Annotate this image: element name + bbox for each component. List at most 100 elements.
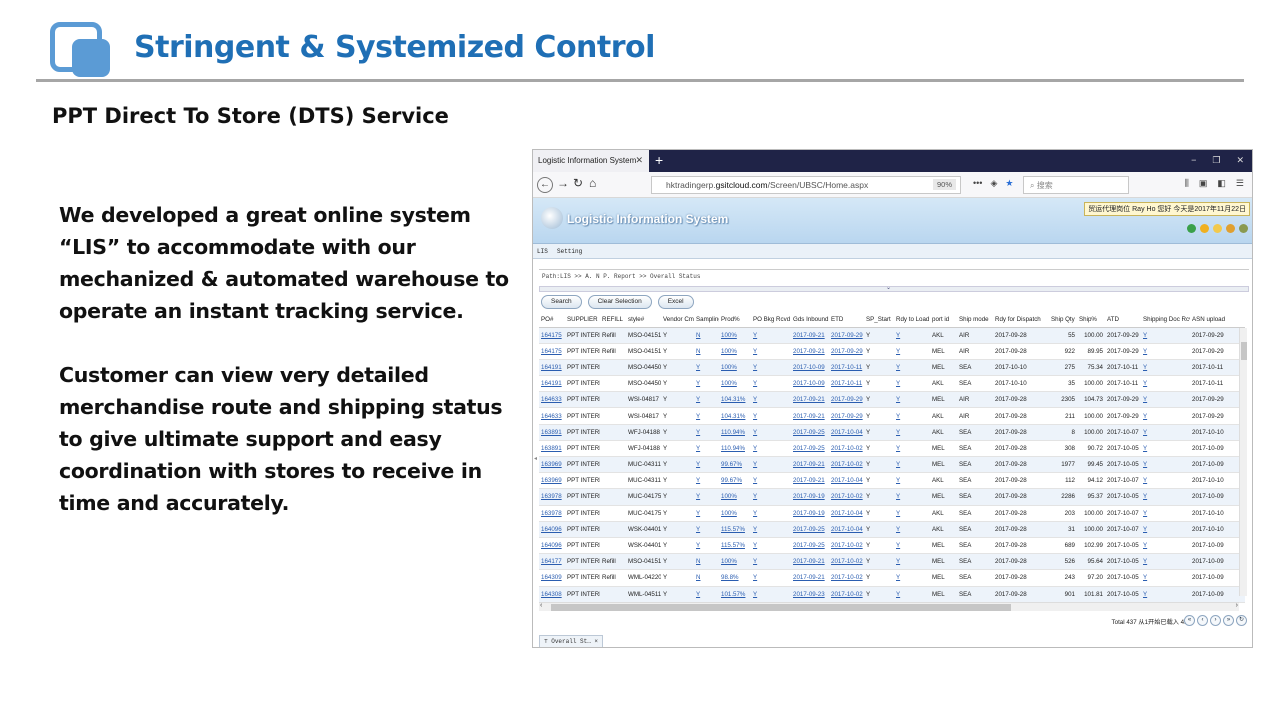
minimize-icon[interactable]: − [1191,155,1196,166]
table-cell-link[interactable]: 100% [719,375,751,393]
table-cell-link[interactable]: Y [694,472,719,490]
bottom-tab-overall-status[interactable]: ⊤ Overall St… × [539,635,604,647]
table-cell-link[interactable]: Y [1141,488,1190,506]
table-cell-link[interactable]: Y [1141,440,1190,458]
vertical-scrollbar[interactable] [1239,328,1247,596]
table-cell-link[interactable]: 2017-09-29 [829,343,864,360]
table-row[interactable]: 164177PPT INTERNRefillMSO-04151YN100%Y20… [539,553,1245,571]
library-icon[interactable]: ⫼ [1185,178,1189,189]
table-cell-link[interactable]: Y [894,569,930,587]
table-cell-link[interactable]: Y [751,375,791,393]
table-cell-link[interactable]: Y [1141,537,1190,555]
table-cell-link[interactable]: 2017-10-04 [829,505,864,522]
table-cell-link[interactable]: 2017-09-29 [829,391,864,409]
table-row[interactable]: 164309PPT INTERNRefillWML-04220YN98.8%Y2… [539,569,1245,587]
table-cell-link[interactable]: 100% [719,505,751,522]
table-cell-link[interactable]: Y [1141,553,1190,571]
table-cell-link[interactable]: Y [694,391,719,409]
table-row[interactable]: 164633PPT INTERNWSI-04817YY104.31%Y2017-… [539,391,1245,409]
tab-close-icon[interactable]: ✕ [635,155,643,166]
close-window-icon[interactable]: ✕ [1236,155,1244,166]
table-cell-link[interactable]: Y [694,424,719,441]
column-header[interactable]: ATD [1105,313,1141,328]
column-header[interactable]: Ship Qty [1049,313,1077,328]
column-header[interactable]: Sampling [694,313,719,328]
table-cell-link[interactable]: 164177 [539,553,565,571]
table-cell-link[interactable]: Y [694,521,719,538]
table-cell-link[interactable]: Y [694,537,719,555]
table-cell-link[interactable]: 164633 [539,391,565,409]
table-cell-link[interactable]: 164175 [539,343,565,360]
table-cell-link[interactable]: 101.57% [719,586,751,603]
table-row[interactable]: 164096PPT INTERNWSK-04401YY115.57%Y2017-… [539,537,1245,555]
horizontal-scrollbar[interactable]: ‹ › [539,602,1239,611]
table-cell-link[interactable]: Y [751,505,791,522]
table-cell-link[interactable]: Y [1141,521,1190,538]
refresh-icon[interactable] [1187,224,1196,233]
table-cell-link[interactable]: 100% [719,488,751,506]
back-icon[interactable]: ← [537,177,553,193]
table-cell-link[interactable]: Y [751,456,791,474]
table-cell-link[interactable]: Y [1141,391,1190,409]
table-row[interactable]: 163969PPT INTERNMUC-04311YY99.67%Y2017-0… [539,456,1245,474]
scroll-left-icon[interactable]: ‹ [540,602,542,609]
table-cell-link[interactable]: Y [894,488,930,506]
table-cell-link[interactable]: Y [751,472,791,490]
pocket-icon[interactable]: ◈ [990,178,997,189]
table-row[interactable]: 163969PPT INTERNMUC-04311YY99.67%Y2017-0… [539,472,1245,490]
table-cell-link[interactable]: 104.31% [719,391,751,409]
table-cell-link[interactable]: 163978 [539,505,565,522]
table-cell-link[interactable]: Y [694,375,719,393]
table-cell-link[interactable]: 2017-10-02 [829,440,864,458]
excel-export-button[interactable]: Excel [657,295,694,309]
column-header[interactable]: PO# [539,313,565,328]
table-cell-link[interactable]: Y [894,327,930,344]
column-header[interactable]: Vendor Cmf [661,313,694,328]
browser-search-input[interactable]: ⌕ 搜索 [1023,176,1129,194]
table-cell-link[interactable]: 164309 [539,569,565,587]
table-cell-link[interactable]: 2017-10-09 [791,359,829,377]
table-cell-link[interactable]: 164633 [539,407,565,425]
table-cell-link[interactable]: 2017-10-11 [829,375,864,393]
table-cell-link[interactable]: 100% [719,343,751,360]
table-cell-link[interactable]: Y [751,407,791,425]
table-cell-link[interactable]: Y [894,407,930,425]
home-icon[interactable]: ⌂ [589,176,596,190]
table-cell-link[interactable]: 163978 [539,488,565,506]
user-face-icon[interactable] [1213,224,1222,233]
table-cell-link[interactable]: 100% [719,359,751,377]
table-cell-link[interactable]: Y [894,440,930,458]
sidebar-icon[interactable]: ▣ [1199,178,1208,189]
table-cell-link[interactable]: 2017-09-29 [829,327,864,344]
table-cell-link[interactable]: 99.67% [719,472,751,490]
more-icon[interactable]: ••• [973,178,982,189]
prev-page-icon[interactable]: ‹ [1197,615,1208,626]
table-cell-link[interactable]: 2017-09-21 [791,327,829,344]
table-cell-link[interactable]: 164096 [539,537,565,555]
column-header[interactable]: SUPPLIER [565,313,600,328]
table-cell-link[interactable]: 2017-09-25 [791,424,829,441]
table-row[interactable]: 164191PPT INTERNMSO-04450YY100%Y2017-10-… [539,359,1245,377]
screenshot-icon[interactable]: ◧ [1217,178,1226,189]
table-cell-link[interactable]: Y [894,375,930,393]
table-cell-link[interactable]: Y [694,505,719,522]
table-cell-link[interactable]: 115.57% [719,537,751,555]
first-page-icon[interactable]: « [1184,615,1195,626]
power-icon[interactable] [1200,224,1209,233]
table-cell-link[interactable]: 2017-10-09 [791,375,829,393]
table-cell-link[interactable]: Y [894,505,930,522]
lock-icon[interactable] [1226,224,1235,233]
table-cell-link[interactable]: 2017-09-19 [791,505,829,522]
menu-icon[interactable]: ☰ [1236,178,1244,189]
table-cell-link[interactable]: 100% [719,553,751,571]
table-cell-link[interactable]: 2017-09-21 [791,553,829,571]
column-header[interactable]: Gds Inbound [791,313,829,328]
table-cell-link[interactable]: 164191 [539,375,565,393]
table-cell-link[interactable]: 2017-10-02 [829,553,864,571]
table-cell-link[interactable]: 164191 [539,359,565,377]
table-row[interactable]: 164191PPT INTERNMSO-04450YY100%Y2017-10-… [539,375,1245,393]
column-header[interactable]: ASN upload [1190,313,1245,328]
table-row[interactable]: 163891PPT INTERNWFJ-04188YY110.94%Y2017-… [539,424,1245,441]
table-cell-link[interactable]: 110.94% [719,424,751,441]
restore-icon[interactable]: ❐ [1212,155,1220,166]
